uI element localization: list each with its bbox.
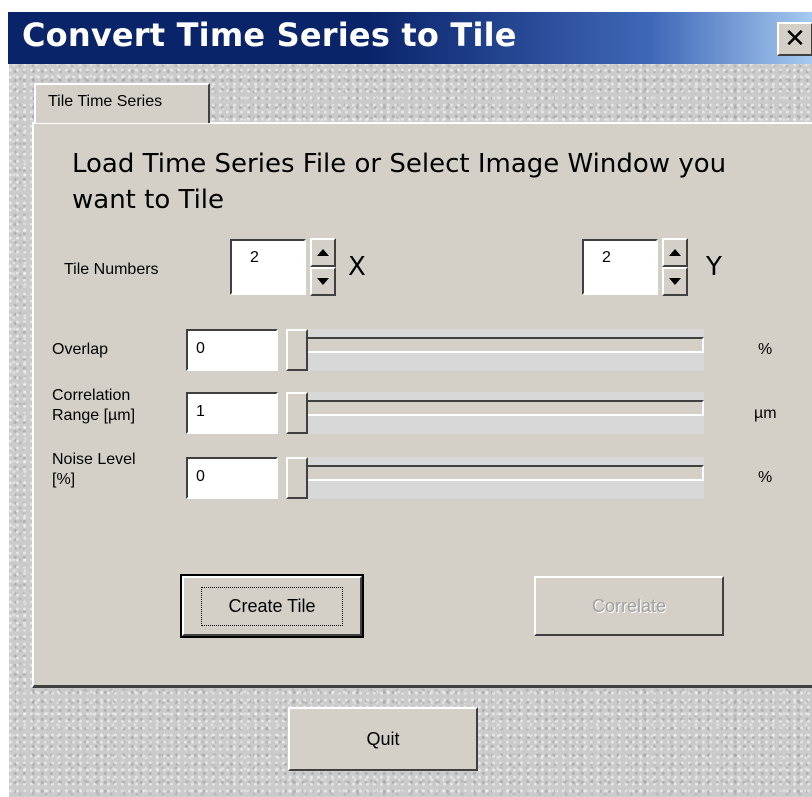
- arrow-up-icon: [669, 249, 681, 256]
- correlate-label: Correlate: [591, 595, 667, 616]
- tab-tile-time-series[interactable]: Tile Time Series: [34, 83, 210, 123]
- create-tile-button[interactable]: Create Tile: [180, 574, 364, 638]
- close-icon: ✕: [784, 24, 806, 54]
- overlap-unit: %: [758, 341, 773, 358]
- tile-x-up-button[interactable]: [310, 238, 336, 267]
- create-tile-label: Create Tile: [201, 586, 343, 626]
- quit-label: Quit: [366, 728, 400, 749]
- close-button[interactable]: ✕: [777, 22, 812, 56]
- arrow-down-icon: [317, 278, 329, 285]
- overlap-slider[interactable]: [286, 329, 704, 371]
- noise-level-slider-thumb[interactable]: [286, 457, 308, 499]
- y-axis-label: Y: [706, 252, 722, 282]
- noise-level-slider-track: [286, 465, 704, 481]
- correlate-button[interactable]: Correlate: [534, 576, 724, 636]
- tab-label: Tile Time Series: [48, 93, 163, 110]
- overlap-slider-track: [286, 337, 704, 353]
- instruction-heading: Load Time Series File or Select Image Wi…: [72, 149, 727, 215]
- noise-level-input[interactable]: 0: [186, 457, 278, 499]
- correlation-range-slider-track: [286, 400, 704, 416]
- noise-level-slider[interactable]: [286, 457, 704, 499]
- tile-x-down-button[interactable]: [310, 267, 336, 296]
- overlap-label: Overlap: [52, 341, 109, 358]
- tile-x-input[interactable]: 2: [230, 239, 306, 295]
- quit-button[interactable]: Quit: [288, 707, 478, 771]
- tile-y-spinner: [662, 238, 688, 296]
- window-title: Convert Time Series to Tile: [22, 16, 517, 54]
- tile-y-input[interactable]: 2: [582, 239, 658, 295]
- correlation-range-unit: µm: [754, 405, 777, 422]
- overlap-slider-thumb[interactable]: [286, 329, 308, 371]
- noise-level-unit: %: [758, 469, 773, 486]
- correlation-range-label: Correlation Range [µm]: [52, 387, 136, 424]
- arrow-down-icon: [669, 278, 681, 285]
- correlation-range-input[interactable]: 1: [186, 392, 278, 434]
- correlation-range-slider[interactable]: [286, 392, 704, 434]
- tile-y-up-button[interactable]: [662, 238, 688, 267]
- correlation-range-slider-thumb[interactable]: [286, 392, 308, 434]
- tab-panel: Load Time Series File or Select Image Wi…: [32, 122, 812, 688]
- arrow-up-icon: [317, 249, 329, 256]
- overlap-input[interactable]: 0: [186, 329, 278, 371]
- tile-y-down-button[interactable]: [662, 267, 688, 296]
- x-axis-label: X: [348, 252, 366, 282]
- titlebar: Convert Time Series to Tile ✕: [8, 12, 812, 64]
- noise-level-label: Noise Level [%]: [52, 451, 136, 488]
- tile-x-spinner: [310, 238, 336, 296]
- tile-numbers-label: Tile Numbers: [64, 261, 159, 278]
